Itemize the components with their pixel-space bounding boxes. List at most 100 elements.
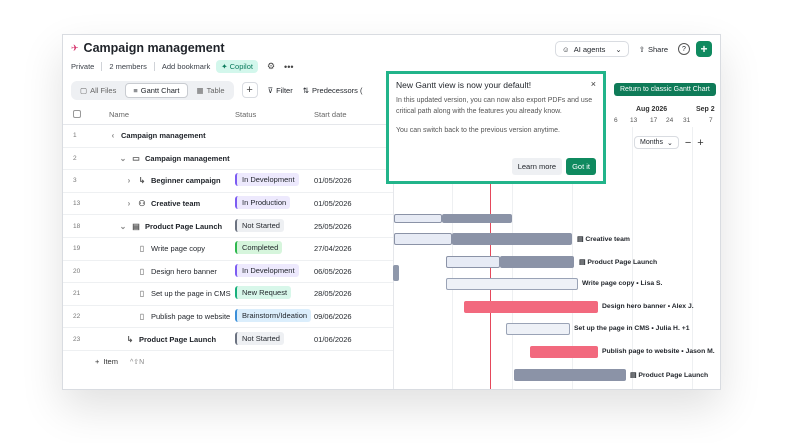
copilot-label: Copilot: [229, 62, 253, 71]
gantt-label-text: Product Page Launch: [587, 259, 658, 266]
close-icon[interactable]: ×: [591, 79, 596, 89]
add-view-button[interactable]: +: [241, 82, 258, 98]
row-name: Publish page to website: [151, 312, 231, 322]
file-icon: ▢: [80, 85, 88, 95]
table-row[interactable]: 22 ▯ Publish page to website Brainstorm/I…: [63, 306, 393, 329]
meta-row: Private 2 members Add bookmark ✦ Copilot…: [71, 60, 294, 73]
gantt-bar-design[interactable]: [464, 301, 598, 313]
chevron-left-icon[interactable]: ‹: [109, 131, 117, 140]
table-row[interactable]: 2 ⌄ ▭ Campaign management: [63, 148, 393, 171]
row-name: Beginner campaign: [151, 176, 221, 186]
gantt-bar-publish[interactable]: [530, 346, 598, 358]
table-row[interactable]: 20 ▯ Design hero banner In Development 06…: [63, 261, 393, 284]
zoom-in-button[interactable]: +: [697, 137, 703, 149]
help-icon[interactable]: ?: [678, 43, 690, 55]
table-row[interactable]: 1 ‹ Campaign management: [63, 125, 393, 148]
gantt-label: ▤ Creative team: [577, 235, 630, 243]
start-date[interactable]: 25/05/2026: [314, 222, 384, 231]
status-badge[interactable]: In Production: [235, 196, 291, 210]
gantt-icon: ≡: [133, 85, 138, 95]
team-icon: ⚇: [138, 199, 146, 209]
gantt-bar-launch-progress[interactable]: [500, 256, 574, 268]
announcement-popup: New Gantt view is now your default! × In…: [386, 71, 606, 184]
page-icon: ▯: [139, 289, 145, 299]
chevron-right-icon[interactable]: ›: [125, 199, 133, 208]
page-icon: ▯: [139, 244, 145, 254]
gantt-bar-cms[interactable]: [506, 323, 570, 335]
filter-button[interactable]: ⊽ Filter: [268, 86, 293, 95]
scale-select[interactable]: Months ⌄: [634, 136, 679, 149]
table-row[interactable]: 13 › ⚇ Creative team In Production 01/05/2…: [63, 193, 393, 216]
start-date[interactable]: 06/05/2026: [314, 267, 384, 276]
day-label: 17: [650, 117, 658, 124]
gantt-bar-creative[interactable]: [394, 233, 452, 245]
col-status[interactable]: Status: [235, 110, 314, 119]
add-button[interactable]: +: [696, 41, 712, 57]
start-date[interactable]: 28/05/2026: [314, 289, 384, 298]
row-name: Set up the page in CMS: [151, 289, 231, 299]
panel-collapse-handle[interactable]: [393, 265, 399, 281]
plus-icon: +: [95, 357, 100, 367]
share-button[interactable]: ⇧ Share: [635, 45, 672, 54]
shortcut-hint: ^⇧N: [129, 358, 145, 366]
gantt-label: Set up the page in CMS • Julia H. +1: [574, 325, 690, 332]
subitem-icon: ↳: [126, 334, 134, 344]
gantt-bar-write[interactable]: [446, 278, 578, 290]
table-row[interactable]: 18 ⌄ ▤ Product Page Launch Not Started 25/…: [63, 215, 393, 238]
start-date[interactable]: 01/05/2026: [314, 176, 384, 185]
table-row[interactable]: 21 ▯ Set up the page in CMS New Request 2…: [63, 283, 393, 306]
predecessors-button[interactable]: ⇅ Predecessors (: [303, 86, 363, 95]
popup-title: New Gantt view is now your default!: [396, 80, 532, 90]
got-it-button[interactable]: Got it: [566, 158, 596, 175]
row-name: Creative team: [151, 199, 201, 209]
chevron-down-icon[interactable]: ⌄: [119, 154, 127, 163]
gantt-bar-launch-2[interactable]: [514, 369, 626, 381]
row-number: 20: [73, 267, 81, 275]
start-date[interactable]: 01/06/2026: [314, 335, 384, 344]
start-date[interactable]: 27/04/2026: [314, 244, 384, 253]
status-badge[interactable]: Brainstorm/Ideation: [235, 309, 311, 323]
zoom-out-button[interactable]: −: [685, 137, 691, 149]
more-icon[interactable]: •••: [284, 62, 293, 72]
gantt-bar-creative-progress[interactable]: [452, 233, 572, 245]
ai-agents-button[interactable]: ☺ AI agents ⌄: [555, 41, 629, 57]
add-bookmark-link[interactable]: Add bookmark: [162, 62, 210, 71]
visibility-label[interactable]: Private: [71, 62, 94, 71]
select-all-checkbox[interactable]: [73, 109, 81, 118]
chevron-down-icon: ⌄: [666, 139, 673, 147]
tab-gantt-chart[interactable]: ≡ Gantt Chart: [125, 82, 188, 98]
status-badge[interactable]: Completed: [235, 241, 283, 255]
learn-more-button[interactable]: Learn more: [511, 158, 563, 175]
row-name: Campaign management: [145, 153, 230, 163]
add-item-button[interactable]: + Item ^⇧N: [63, 351, 393, 373]
row-number: 3: [73, 177, 77, 185]
chevron-down-icon[interactable]: ⌄: [119, 222, 127, 231]
gantt-bar-launch[interactable]: [446, 256, 500, 268]
return-classic-button[interactable]: Return to classic Gantt Chart: [614, 83, 716, 96]
start-date[interactable]: 01/05/2026: [314, 199, 384, 208]
settings-icon[interactable]: ⚙: [267, 61, 275, 72]
status-badge[interactable]: Not Started: [235, 331, 284, 345]
chevron-right-icon[interactable]: ›: [125, 176, 133, 185]
gantt-bar-beginner[interactable]: [394, 214, 442, 223]
status-badge[interactable]: New Request: [235, 286, 292, 300]
tab-all-files[interactable]: ▢ All Files: [73, 83, 123, 98]
doc-icon: ▤: [132, 221, 140, 231]
table-row[interactable]: 23 ↳ Product Page Launch Not Started 01/0…: [63, 328, 393, 351]
page-title: Campaign management: [83, 41, 225, 55]
col-name[interactable]: Name: [109, 110, 235, 119]
status-badge[interactable]: Not Started: [235, 218, 284, 232]
status-badge[interactable]: In Development: [235, 263, 299, 277]
copilot-button[interactable]: ✦ Copilot: [216, 60, 258, 73]
page-icon: ▯: [139, 266, 145, 276]
start-date[interactable]: 09/06/2026: [314, 312, 384, 321]
tab-table[interactable]: ▦ Table: [190, 83, 232, 98]
table-row[interactable]: 3 › ↳ Beginner campaign In Development 01/…: [63, 170, 393, 193]
gantt-bar-beginner-progress[interactable]: [442, 214, 512, 223]
row-number: 18: [73, 222, 81, 230]
col-start-date[interactable]: Start date: [314, 110, 384, 119]
view-tabs: ▢ All Files ≡ Gantt Chart ▦ Table: [71, 80, 234, 100]
members-link[interactable]: 2 members: [109, 62, 147, 71]
table-row[interactable]: 19 ▯ Write page copy Completed 27/04/2026: [63, 238, 393, 261]
status-badge[interactable]: In Development: [235, 173, 299, 187]
